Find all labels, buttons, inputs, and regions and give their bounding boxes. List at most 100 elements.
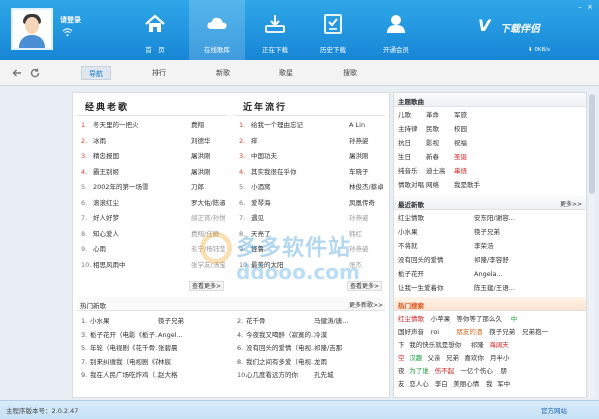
song-artist[interactable]: 冷漠	[314, 329, 360, 342]
recent-song-artist[interactable]: 安东阳/谢容...	[474, 212, 536, 225]
song-title[interactable]: 怪鲁	[251, 243, 349, 255]
topic-tag[interactable]: 主持律	[398, 123, 418, 135]
hot-search-word[interactable]: 美丽心情	[453, 378, 479, 390]
song-title[interactable]: 最美的太阳	[251, 259, 349, 271]
hot-search-word[interactable]: 红尘情歌	[398, 313, 424, 325]
topic-tag[interactable]: 圣诞	[454, 151, 467, 163]
song-row[interactable]: 2. 痒孙燕姿	[239, 135, 383, 147]
song-row[interactable]: 10.相思风雨中张学友/汤宝...	[81, 259, 225, 271]
nav-history-button[interactable]: 历史下载	[305, 0, 361, 60]
nav-member-button[interactable]: 开通会员	[368, 0, 424, 60]
topic-tag[interactable]: 革命	[426, 109, 439, 121]
recent-song-artist[interactable]: 李荣浩	[474, 240, 536, 253]
hot-search-word[interactable]: 父亲	[428, 352, 441, 364]
song-title[interactable]: 冬天里的一把火	[93, 119, 191, 131]
hot-search-word[interactable]: 伤不起	[435, 365, 455, 377]
song-title[interactable]: 栀子花开（电影《栀子...	[90, 329, 158, 342]
song-row[interactable]: 7. 遇见 孙燕姿	[239, 212, 383, 224]
hot-search-word[interactable]: 兄弟抱一	[522, 326, 548, 338]
song-artist[interactable]: 费翔/任静	[191, 228, 225, 240]
song-title[interactable]: 没有回头的爱情（电视...	[246, 342, 314, 355]
topic-tag[interactable]: 民歌	[426, 123, 439, 135]
hot-search-word[interactable]: 筷子兄弟	[489, 326, 515, 338]
topic-tag[interactable]: 网络	[426, 179, 439, 191]
song-artist[interactable]: 孔先城	[314, 369, 360, 382]
classic-more-button[interactable]: 查看更多>	[189, 281, 225, 291]
topic-tag[interactable]: 情歌对唱	[398, 179, 424, 191]
song-title[interactable]: 滚滚红尘	[93, 197, 191, 209]
hot-search-word[interactable]: 军中	[497, 378, 510, 390]
tab-ranking[interactable]: 排行	[146, 66, 172, 80]
hot-song-row[interactable]: 4. 今夜我又喝醉（寂寞的...冷漠	[237, 329, 360, 342]
song-artist[interactable]: 赵大格	[158, 369, 204, 382]
recent-song-title[interactable]: 不将就	[398, 240, 470, 253]
hot-search-word[interactable]: 朋	[500, 365, 507, 377]
nav-downloading-button[interactable]: 正在下载	[247, 0, 303, 60]
song-artist[interactable]: 屠洪刚	[349, 150, 383, 162]
tab-navigation[interactable]: 导航	[81, 66, 111, 80]
scrollbar-thumb[interactable]	[589, 94, 595, 194]
nav-online-library-button[interactable]: 在线歌库	[189, 0, 245, 60]
hot-search-word[interactable]: 中	[511, 313, 518, 325]
official-site-link[interactable]: 官方网站	[541, 405, 567, 415]
song-title[interactable]: 年轮（电视剧《花千骨...	[90, 342, 158, 355]
topic-tag[interactable]: 纯音乐	[398, 165, 418, 177]
song-artist[interactable]: 祁隆/吉那	[314, 342, 360, 355]
hot-song-row[interactable]: 2. 花千骨 马健涛/唐...	[237, 315, 360, 328]
hot-search-word[interactable]: 李白	[435, 378, 448, 390]
hot-search-word[interactable]: 国好声音	[398, 326, 424, 338]
song-row[interactable]: 6. 滚滚红尘罗大佑/陈淑...	[81, 197, 225, 209]
song-artist[interactable]: 屠洪刚	[191, 166, 225, 178]
topic-tag[interactable]: 校园	[454, 123, 467, 135]
topic-tag[interactable]: 串烧	[454, 165, 467, 177]
recent-song-artist[interactable]: 筷子兄弟	[474, 226, 536, 239]
user-avatar[interactable]	[11, 8, 53, 50]
song-artist[interactable]: 邰正宵/孙悦	[191, 212, 225, 224]
song-row[interactable]: 10. 最美的太阳 张杰	[239, 259, 383, 271]
refresh-icon[interactable]	[30, 68, 40, 78]
song-artist[interactable]: 屠洪刚	[191, 150, 225, 162]
song-artist[interactable]: 林俊杰/蔡卓...	[349, 181, 383, 193]
hot-song-row[interactable]: 10.心几度看远方的你 孔先城	[237, 369, 360, 382]
song-title[interactable]: 我们之间有多爱（电视...	[246, 356, 314, 369]
song-title[interactable]: 小酒窝	[251, 181, 349, 193]
song-row[interactable]: 1. 给我一个理由忘记 A Lin	[239, 119, 383, 131]
song-title[interactable]: 精忠报国	[93, 150, 191, 162]
song-title[interactable]: 知心爱人	[93, 228, 191, 240]
hot-search-word[interactable]: 小苹果	[431, 313, 451, 325]
song-title[interactable]: 天亮了	[251, 228, 349, 240]
song-artist[interactable]: 张学友/汤宝...	[191, 259, 225, 271]
login-link[interactable]: 请登录	[60, 15, 81, 25]
recent-song-title[interactable]: 红尘情歌	[398, 212, 470, 225]
song-title[interactable]: 中国功夫	[251, 150, 349, 162]
hot-search-word[interactable]: 喜欢你	[464, 352, 484, 364]
hot-search-word[interactable]: 下	[398, 339, 405, 351]
song-title[interactable]: 心雨	[93, 243, 191, 255]
song-artist[interactable]: 罗大佑/陈淑...	[191, 197, 225, 209]
hot-search-word[interactable]: roi	[431, 326, 439, 338]
nav-home-button[interactable]: 首 页	[127, 0, 183, 60]
song-artist[interactable]: 张杰	[349, 259, 383, 271]
song-row[interactable]: 3. 中国功夫 屠洪刚	[239, 150, 383, 162]
vertical-scrollbar[interactable]	[589, 92, 595, 398]
topic-tag[interactable]: 迪士高	[426, 165, 446, 177]
recent-more-link[interactable]: 更多>>	[560, 199, 582, 208]
song-row[interactable]: 4. 霸王别姬 屠洪刚	[81, 166, 225, 178]
song-artist[interactable]: 韩红	[349, 228, 383, 240]
hot-search-word[interactable]: 月半小	[490, 352, 510, 364]
song-title[interactable]: 冰雨	[93, 135, 191, 147]
recent-song-artist[interactable]: 陈玉建/王语...	[474, 282, 536, 295]
hot-search-word[interactable]: 海阔天	[489, 339, 509, 351]
song-row[interactable]: 2. 冰雨 刘德华	[81, 135, 225, 147]
hot-song-row[interactable]: 9. 我在人民广场吃炸鸡（...赵大格	[81, 369, 204, 382]
song-row[interactable]: 8. 知心爱人 费翔/任静	[81, 228, 225, 240]
song-artist[interactable]: 费翔	[191, 119, 225, 131]
song-artist[interactable]: 车晓子	[349, 166, 383, 178]
song-artist[interactable]: 孙燕姿	[349, 135, 383, 147]
song-row[interactable]: 1. 冬天里的一把火 费翔	[81, 119, 225, 131]
hot-search-word[interactable]: 祁隆	[471, 339, 484, 351]
song-row[interactable]: 5. 小酒窝林俊杰/蔡卓...	[239, 181, 383, 193]
hot-search-word[interactable]: 为了谁	[409, 365, 429, 377]
song-artist[interactable]: 凤凰传奇	[349, 197, 383, 209]
recent-song-title[interactable]: 栀子花开	[398, 268, 470, 281]
